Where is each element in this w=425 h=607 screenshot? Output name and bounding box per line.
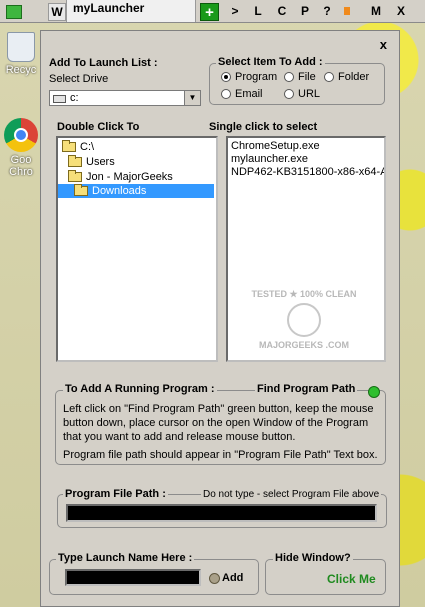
radio-url[interactable]: URL (284, 88, 320, 100)
radio-url-label: URL (298, 88, 321, 100)
folder-tree[interactable]: C:\ Users Jon - MajorGeeks Downloads (56, 136, 218, 362)
radio-program-dot[interactable] (221, 72, 231, 82)
app-icon[interactable] (6, 5, 22, 19)
launcher-window: x Add To Launch List : Select Drive c: ▼… (40, 30, 400, 607)
launch-name-input[interactable] (65, 569, 201, 586)
radio-email-dot[interactable] (221, 89, 231, 99)
add-icon[interactable] (209, 573, 220, 584)
minimize-button[interactable]: M (368, 3, 384, 19)
tree-item-label: Downloads (92, 185, 147, 197)
click-me-button[interactable]: Click Me (327, 572, 376, 586)
radio-folder-label: Folder (338, 71, 370, 83)
next-button[interactable]: > (227, 3, 243, 19)
tree-item-c-drive[interactable]: C:\ (62, 140, 94, 154)
file-item[interactable]: ChromeSetup.exe (231, 140, 320, 152)
radio-folder[interactable]: Folder (324, 71, 369, 83)
file-path-title: Program File Path : (63, 488, 168, 500)
program-file-path-field[interactable] (66, 504, 377, 522)
watermark-logo: TESTED ★ 100% CLEAN MAJORGEEKS .COM (251, 289, 357, 350)
select-drive-label: Select Drive (49, 73, 109, 85)
chrome-label-line1: Goo (10, 154, 32, 166)
file-item[interactable]: NDP462-KB3151800-x86-x64-Al (231, 166, 384, 178)
recycle-bin-shortcut[interactable]: Recyc (0, 32, 42, 76)
window-title: myLauncher (66, 0, 196, 22)
tree-item-label: Users (86, 156, 115, 168)
p-button[interactable]: P (297, 3, 313, 19)
radio-url-dot[interactable] (284, 89, 294, 99)
folder-icon (62, 140, 76, 152)
folder-icon (68, 155, 82, 167)
folder-icon (68, 170, 82, 182)
chrome-shortcut[interactable]: Goo Chro (0, 118, 42, 178)
w-button[interactable]: W (48, 3, 66, 21)
add-button[interactable]: Add (222, 572, 243, 584)
drive-value: c: (70, 92, 79, 104)
tree-item-downloads[interactable]: Downloads (58, 184, 214, 198)
radio-email-label: Email (235, 88, 263, 100)
radio-folder-dot[interactable] (324, 72, 334, 82)
tree-item-label: C:\ (80, 141, 95, 153)
add-plus-button[interactable]: + (200, 3, 219, 21)
file-list[interactable]: ChromeSetup.exe mylauncher.exe NDP462-KB… (226, 136, 386, 362)
tree-item-label: Jon - MajorGeeks (86, 171, 173, 183)
recycle-bin-icon (7, 32, 35, 62)
single-click-title: Single click to select (209, 121, 318, 133)
close-button[interactable]: x (380, 37, 387, 52)
instructions-text-2: Program file path should appear in "Prog… (63, 449, 378, 461)
tree-item-jon[interactable]: Jon - MajorGeeks (68, 170, 173, 184)
recycle-bin-label: Recyc (5, 64, 37, 76)
chrome-icon (4, 118, 38, 152)
radio-file[interactable]: File (284, 71, 316, 83)
chrome-label-line2: Chro (9, 166, 33, 178)
chevron-down-icon[interactable]: ▼ (184, 91, 200, 105)
select-item-title: Select Item To Add : (216, 56, 325, 68)
folder-open-icon (74, 184, 88, 196)
hide-window-title: Hide Window? (273, 552, 353, 564)
radio-file-label: File (298, 71, 316, 83)
exit-button[interactable]: X (393, 3, 409, 19)
radio-program-label: Program (235, 71, 278, 83)
instructions-text: Left click on "Find Program Path" green … (63, 403, 374, 443)
drive-select[interactable]: c: ▼ (49, 90, 201, 106)
c-button[interactable]: C (274, 3, 290, 19)
file-item[interactable]: mylauncher.exe (231, 153, 308, 165)
drive-icon (53, 95, 66, 103)
help-button[interactable]: ? (319, 3, 335, 19)
radio-file-dot[interactable] (284, 72, 294, 82)
launch-name-title: Type Launch Name Here : (56, 552, 195, 564)
running-program-title: To Add A Running Program : (63, 383, 217, 395)
radio-program[interactable]: Program (221, 71, 277, 83)
double-click-title: Double Click To (57, 121, 140, 133)
l-button[interactable]: L (250, 3, 266, 19)
find-program-path-button[interactable] (368, 386, 380, 398)
radio-email[interactable]: Email (221, 88, 263, 100)
add-to-launch-list-title: Add To Launch List : (49, 57, 158, 69)
tree-item-users[interactable]: Users (68, 155, 115, 169)
orange-indicator-icon[interactable] (344, 7, 350, 15)
file-path-hint: Do not type - select Program File above (201, 489, 382, 500)
title-bar: W myLauncher + > L C P ? M X (0, 0, 425, 23)
find-program-path-label: Find Program Path (255, 383, 358, 395)
